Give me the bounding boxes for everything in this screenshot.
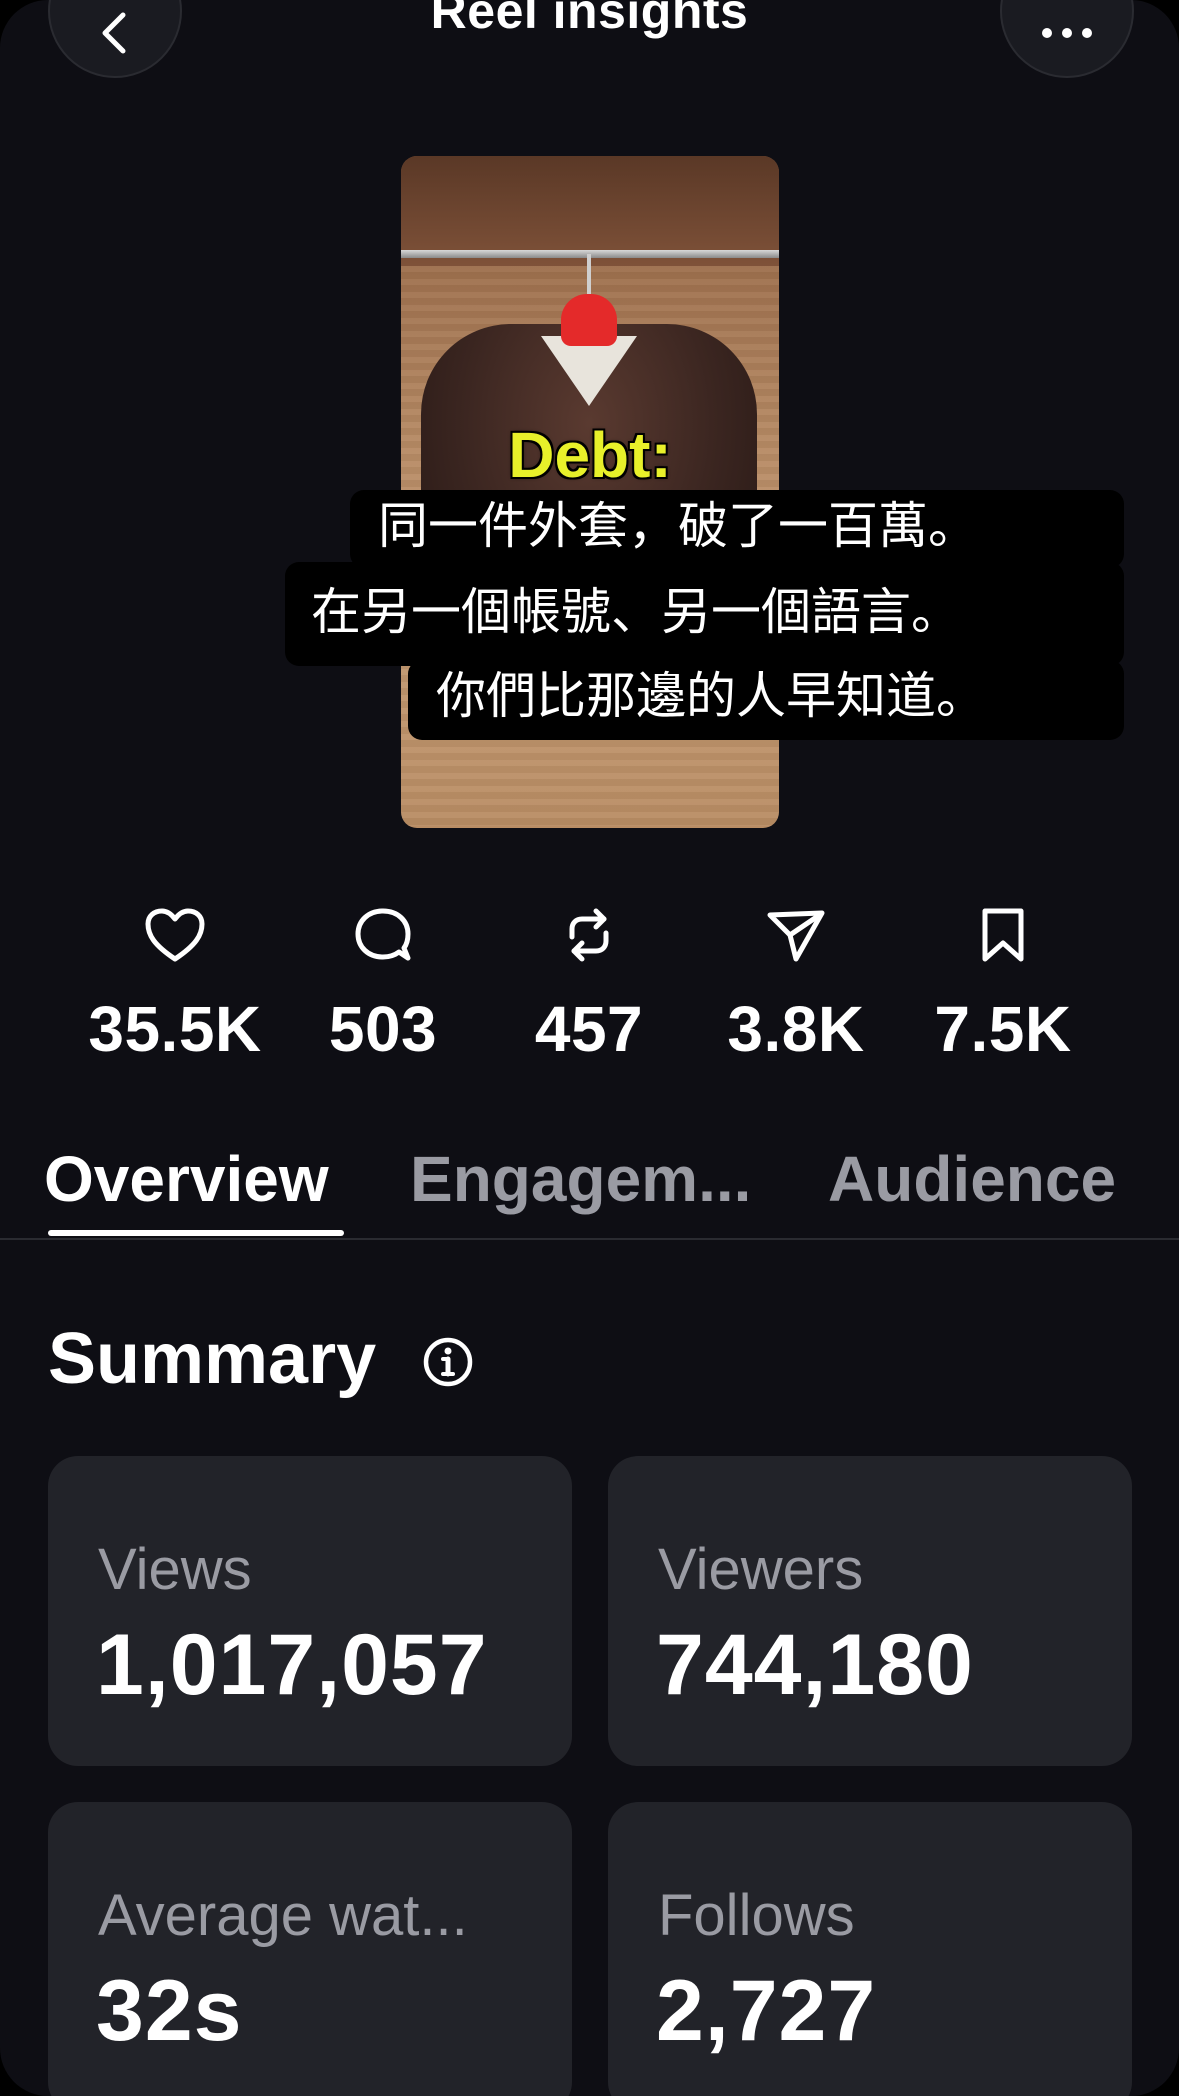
likes-count: 35.5K	[88, 993, 262, 1065]
metric-card-viewers[interactable]: Viewers 744,180	[608, 1456, 1132, 1766]
active-tab-indicator	[48, 1230, 344, 1236]
heart-icon	[145, 908, 205, 962]
tab-engagement[interactable]: Engagem...	[410, 1142, 751, 1216]
stat-reposts[interactable]: 457	[479, 900, 699, 1066]
metric-value: 2,727	[656, 1963, 877, 2059]
share-icon	[767, 910, 825, 962]
stat-saves[interactable]: 7.5K	[893, 900, 1113, 1066]
summary-heading: Summary	[48, 1319, 377, 1399]
repost-icon	[569, 908, 609, 962]
caption-line: 在另一個帳號、另一個語言。	[285, 562, 1124, 666]
metric-value: 1,017,057	[96, 1617, 488, 1713]
metric-label: Average wat...	[98, 1883, 468, 1948]
more-options-button[interactable]	[1000, 0, 1134, 78]
insights-tabs: Overview Engagem... Audience	[0, 1130, 1179, 1240]
bookmark-icon	[982, 908, 1024, 962]
thumbnail-overlay-text: Debt:	[508, 419, 672, 491]
info-icon[interactable]	[422, 1336, 474, 1388]
more-icon	[1042, 28, 1092, 38]
metric-value: 744,180	[656, 1617, 974, 1713]
comment-icon	[355, 908, 411, 961]
metric-value: 32s	[96, 1963, 243, 2059]
metric-card-follows[interactable]: Follows 2,727	[608, 1802, 1132, 2096]
stat-comments[interactable]: 503	[273, 900, 493, 1066]
reel-insights-screen: Reel insights Debt: 同一件外套，破了一百萬。 在另一個帳號、…	[0, 0, 1179, 2096]
comments-count: 503	[328, 993, 438, 1065]
stat-shares[interactable]: 3.8K	[686, 900, 906, 1066]
metric-label: Viewers	[658, 1537, 864, 1602]
thumbnail-hanger	[561, 294, 617, 346]
reposts-count: 457	[534, 993, 644, 1065]
shares-count: 3.8K	[727, 993, 865, 1065]
stat-likes[interactable]: 35.5K	[65, 900, 285, 1066]
metric-label: Follows	[658, 1883, 855, 1948]
tab-audience[interactable]: Audience	[828, 1142, 1116, 1216]
metric-label: Views	[98, 1537, 252, 1602]
caption-line: 同一件外套，破了一百萬。	[350, 490, 1124, 568]
tab-overview[interactable]: Overview	[44, 1142, 329, 1216]
saves-count: 7.5K	[934, 993, 1072, 1065]
engagement-stats: 35.5K 503 457 3.8K 7.5K	[0, 900, 1179, 1080]
caption-line: 你們比那邊的人早知道。	[408, 660, 1124, 740]
metric-card-views[interactable]: Views 1,017,057	[48, 1456, 572, 1766]
metric-card-average-watch-time[interactable]: Average wat... 32s	[48, 1802, 572, 2096]
